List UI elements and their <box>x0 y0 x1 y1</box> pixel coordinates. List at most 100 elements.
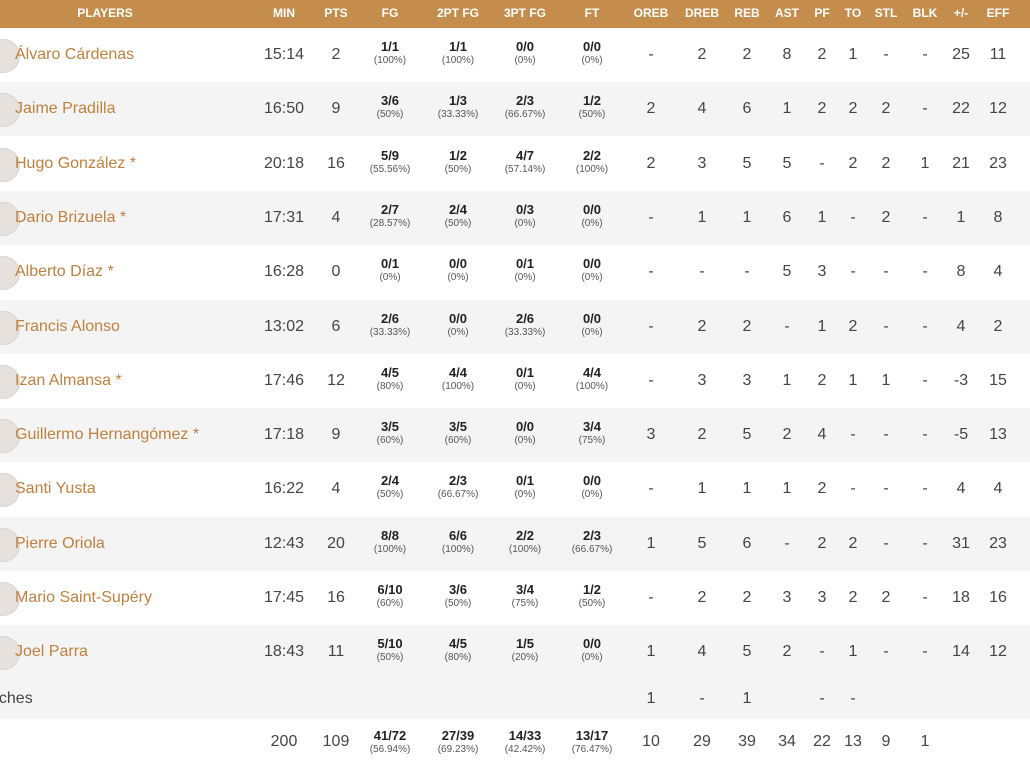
stat-stl: - <box>883 46 889 63</box>
stat-ft: 0/0 (0%) <box>581 256 602 284</box>
stat-pf: - <box>819 154 825 172</box>
header-blk[interactable]: BLK <box>913 0 938 28</box>
shot-percentage: (50%) <box>444 217 472 229</box>
shot-percentage: (60%) <box>376 435 404 447</box>
header-fg3[interactable]: 3PT FG <box>504 0 546 28</box>
header-eff[interactable]: EFF <box>987 0 1010 28</box>
header-reb[interactable]: REB <box>734 0 759 28</box>
stat-oreb: - <box>648 371 654 389</box>
stat-fg2: 4/5 (80%) <box>445 636 472 664</box>
stat-pm: 25 <box>952 46 970 63</box>
coach-stat-reb: 1 <box>742 690 752 707</box>
stat-dreb: 3 <box>697 371 707 389</box>
shot-percentage: (50%) <box>376 489 404 501</box>
stat-reb: 3 <box>742 371 752 389</box>
header-pm[interactable]: +/- <box>954 0 968 28</box>
header-ast[interactable]: AST <box>775 0 799 28</box>
stat-pm: -3 <box>953 371 969 389</box>
shot-made-attempted: 2/6 <box>380 310 400 326</box>
shot-percentage: (80%) <box>444 652 472 664</box>
player-name-link[interactable]: Francis Alonso <box>15 300 120 354</box>
shot-made-attempted: 3/5 <box>380 419 400 435</box>
stat-to: - <box>850 480 856 498</box>
stat-blk: - <box>922 371 928 389</box>
header-fg2[interactable]: 2PT FG <box>437 0 479 28</box>
header-min[interactable]: MIN <box>273 0 295 28</box>
stat-blk: - <box>922 534 928 552</box>
coaches-row: aches 1 - 1 - - <box>0 679 1030 719</box>
shot-percentage: (50%) <box>444 163 472 175</box>
stat-fg: 2/7 (28.57%) <box>370 202 411 230</box>
total-ast: 34 <box>778 733 796 750</box>
stat-ft: 1/2 (50%) <box>579 582 606 610</box>
shot-percentage: (0%) <box>379 272 401 284</box>
shot-made-attempted: 2/4 <box>448 201 468 217</box>
player-name-link[interactable]: Mario Saint-Supéry <box>15 571 152 625</box>
total-min: 200 <box>270 733 298 750</box>
stat-fg: 1/1 (100%) <box>374 39 406 67</box>
shot-made-attempted: 1/2 <box>448 147 468 163</box>
stat-pts: 4 <box>331 480 341 498</box>
header-players[interactable]: PLAYERS <box>77 0 133 28</box>
stat-pts: 9 <box>331 100 341 118</box>
shot-percentage: (100%) <box>373 543 407 555</box>
header-fg[interactable]: FG <box>382 0 399 28</box>
table-row: Álvaro Cárdenas 15:14 2 1/1 (100%) 1/1 (100%) 0… <box>0 28 1030 82</box>
player-name-link[interactable]: Hugo González * <box>15 137 136 191</box>
player-name-link[interactable]: Dario Brizuela * <box>15 191 126 245</box>
shot-made-attempted: 4/7 <box>515 147 535 163</box>
shot-made-attempted: 27/39 <box>441 728 475 743</box>
stat-ft: 2/3 (66.67%) <box>572 528 613 556</box>
shot-made-attempted: 1/5 <box>515 636 535 652</box>
shot-made-attempted: 2/3 <box>448 473 468 489</box>
player-name-link[interactable]: Pierre Oriola <box>15 517 105 571</box>
player-name-link[interactable]: Guillermo Hernangómez * <box>15 408 199 462</box>
stat-stl: 2 <box>881 100 891 118</box>
player-name-link[interactable]: Santi Yusta <box>15 462 96 516</box>
player-name-link[interactable]: Izan Almansa * <box>15 354 122 408</box>
stat-dreb: 4 <box>697 643 707 661</box>
stat-fg: 2/6 (33.33%) <box>370 311 411 339</box>
stat-pm: -5 <box>953 426 969 444</box>
stat-fg3: 3/4 (75%) <box>512 582 539 610</box>
header-oreb[interactable]: OREB <box>634 0 669 28</box>
stat-pts: 11 <box>327 643 345 661</box>
stat-pf: 1 <box>817 208 827 226</box>
stat-fg3: 0/0 (0%) <box>514 39 535 67</box>
stat-min: 13:02 <box>263 317 305 335</box>
total-blk: 1 <box>920 733 930 750</box>
shot-made-attempted: 2/2 <box>582 147 602 163</box>
stat-reb: 6 <box>742 100 752 118</box>
stat-oreb: - <box>648 263 654 281</box>
shot-percentage: (50%) <box>376 652 404 664</box>
stat-fg3: 0/0 (0%) <box>514 419 535 447</box>
shot-made-attempted: 1/3 <box>448 93 468 109</box>
stat-pm: 4 <box>956 317 966 335</box>
header-to[interactable]: TO <box>845 0 861 28</box>
table-row: Joel Parra 18:43 11 5/10 (50%) 4/5 (80%) 1/5 (20… <box>0 625 1030 680</box>
stat-fg3: 4/7 (57.14%) <box>505 148 546 176</box>
stat-blk: - <box>922 317 928 335</box>
stat-to: - <box>850 208 856 226</box>
player-name-link[interactable]: Jaime Pradilla <box>15 82 115 136</box>
stat-fg2: 0/0 (0%) <box>447 311 468 339</box>
player-name-link[interactable]: Álvaro Cárdenas <box>15 28 134 82</box>
total-fg3: 14/33 (42.42%) <box>505 728 546 756</box>
stat-min: 17:46 <box>263 371 305 389</box>
stat-fg3: 0/1 (0%) <box>514 473 535 501</box>
stat-fg3: 0/1 (0%) <box>514 256 535 284</box>
stat-reb: 2 <box>742 589 752 606</box>
header-dreb[interactable]: DREB <box>685 0 719 28</box>
header-stl[interactable]: STL <box>875 0 898 28</box>
stat-pts: 9 <box>331 426 341 444</box>
stat-stl: 2 <box>881 154 891 172</box>
player-name-link[interactable]: Joel Parra <box>15 625 88 679</box>
stat-pts: 16 <box>327 154 345 172</box>
header-pf[interactable]: PF <box>814 0 829 28</box>
header-pts[interactable]: PTS <box>324 0 347 28</box>
shot-made-attempted: 8/8 <box>380 527 400 543</box>
player-name-link[interactable]: Alberto Díaz * <box>15 245 114 299</box>
header-ft[interactable]: FT <box>585 0 600 28</box>
stat-fg2: 3/6 (50%) <box>445 582 472 610</box>
stat-oreb: - <box>648 208 654 226</box>
